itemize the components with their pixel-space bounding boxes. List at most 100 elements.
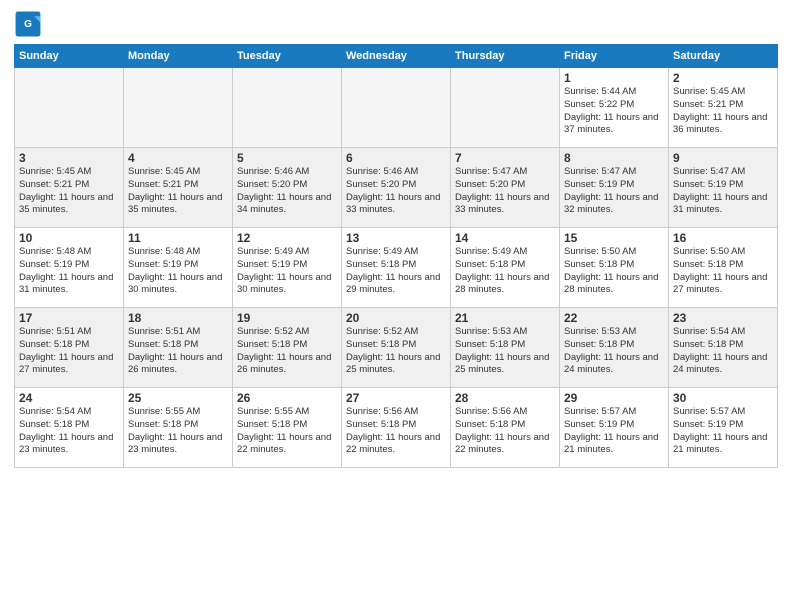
day-number: 12	[237, 231, 337, 245]
day-info: Sunrise: 5:53 AM Sunset: 5:18 PM Dayligh…	[564, 326, 664, 377]
weekday-header-saturday: Saturday	[669, 45, 778, 68]
day-info: Sunrise: 5:56 AM Sunset: 5:18 PM Dayligh…	[455, 406, 555, 457]
day-info: Sunrise: 5:50 AM Sunset: 5:18 PM Dayligh…	[564, 246, 664, 297]
week-row-0: 1Sunrise: 5:44 AM Sunset: 5:22 PM Daylig…	[15, 68, 778, 148]
day-info: Sunrise: 5:48 AM Sunset: 5:19 PM Dayligh…	[128, 246, 228, 297]
day-info: Sunrise: 5:57 AM Sunset: 5:19 PM Dayligh…	[564, 406, 664, 457]
calendar-cell: 5Sunrise: 5:46 AM Sunset: 5:20 PM Daylig…	[233, 148, 342, 228]
week-row-1: 3Sunrise: 5:45 AM Sunset: 5:21 PM Daylig…	[15, 148, 778, 228]
day-info: Sunrise: 5:52 AM Sunset: 5:18 PM Dayligh…	[346, 326, 446, 377]
logo: G	[14, 10, 46, 38]
day-number: 23	[673, 311, 773, 325]
day-info: Sunrise: 5:47 AM Sunset: 5:19 PM Dayligh…	[564, 166, 664, 217]
logo-icon: G	[14, 10, 42, 38]
day-info: Sunrise: 5:48 AM Sunset: 5:19 PM Dayligh…	[19, 246, 119, 297]
week-row-4: 24Sunrise: 5:54 AM Sunset: 5:18 PM Dayli…	[15, 388, 778, 468]
weekday-header-friday: Friday	[560, 45, 669, 68]
day-number: 26	[237, 391, 337, 405]
day-number: 18	[128, 311, 228, 325]
day-info: Sunrise: 5:52 AM Sunset: 5:18 PM Dayligh…	[237, 326, 337, 377]
day-number: 20	[346, 311, 446, 325]
weekday-header-wednesday: Wednesday	[342, 45, 451, 68]
day-info: Sunrise: 5:49 AM Sunset: 5:18 PM Dayligh…	[455, 246, 555, 297]
calendar-cell: 15Sunrise: 5:50 AM Sunset: 5:18 PM Dayli…	[560, 228, 669, 308]
day-info: Sunrise: 5:49 AM Sunset: 5:18 PM Dayligh…	[346, 246, 446, 297]
calendar-cell: 2Sunrise: 5:45 AM Sunset: 5:21 PM Daylig…	[669, 68, 778, 148]
day-number: 10	[19, 231, 119, 245]
calendar-cell: 24Sunrise: 5:54 AM Sunset: 5:18 PM Dayli…	[15, 388, 124, 468]
day-number: 28	[455, 391, 555, 405]
calendar-cell: 3Sunrise: 5:45 AM Sunset: 5:21 PM Daylig…	[15, 148, 124, 228]
calendar-cell: 25Sunrise: 5:55 AM Sunset: 5:18 PM Dayli…	[124, 388, 233, 468]
day-number: 24	[19, 391, 119, 405]
day-info: Sunrise: 5:55 AM Sunset: 5:18 PM Dayligh…	[237, 406, 337, 457]
day-info: Sunrise: 5:45 AM Sunset: 5:21 PM Dayligh…	[128, 166, 228, 217]
day-number: 4	[128, 151, 228, 165]
day-info: Sunrise: 5:54 AM Sunset: 5:18 PM Dayligh…	[19, 406, 119, 457]
day-info: Sunrise: 5:57 AM Sunset: 5:19 PM Dayligh…	[673, 406, 773, 457]
day-info: Sunrise: 5:45 AM Sunset: 5:21 PM Dayligh…	[673, 86, 773, 137]
day-number: 9	[673, 151, 773, 165]
calendar-cell: 16Sunrise: 5:50 AM Sunset: 5:18 PM Dayli…	[669, 228, 778, 308]
day-info: Sunrise: 5:47 AM Sunset: 5:20 PM Dayligh…	[455, 166, 555, 217]
week-row-2: 10Sunrise: 5:48 AM Sunset: 5:19 PM Dayli…	[15, 228, 778, 308]
calendar-cell: 28Sunrise: 5:56 AM Sunset: 5:18 PM Dayli…	[451, 388, 560, 468]
day-info: Sunrise: 5:53 AM Sunset: 5:18 PM Dayligh…	[455, 326, 555, 377]
day-number: 27	[346, 391, 446, 405]
svg-text:G: G	[24, 19, 32, 30]
calendar-cell: 20Sunrise: 5:52 AM Sunset: 5:18 PM Dayli…	[342, 308, 451, 388]
calendar-cell: 27Sunrise: 5:56 AM Sunset: 5:18 PM Dayli…	[342, 388, 451, 468]
weekday-header-thursday: Thursday	[451, 45, 560, 68]
calendar-cell	[233, 68, 342, 148]
day-number: 30	[673, 391, 773, 405]
day-number: 21	[455, 311, 555, 325]
weekday-header-row: SundayMondayTuesdayWednesdayThursdayFrid…	[15, 45, 778, 68]
calendar-cell: 6Sunrise: 5:46 AM Sunset: 5:20 PM Daylig…	[342, 148, 451, 228]
day-info: Sunrise: 5:50 AM Sunset: 5:18 PM Dayligh…	[673, 246, 773, 297]
calendar-cell: 1Sunrise: 5:44 AM Sunset: 5:22 PM Daylig…	[560, 68, 669, 148]
day-info: Sunrise: 5:55 AM Sunset: 5:18 PM Dayligh…	[128, 406, 228, 457]
day-number: 22	[564, 311, 664, 325]
day-number: 3	[19, 151, 119, 165]
calendar-cell	[15, 68, 124, 148]
day-number: 7	[455, 151, 555, 165]
calendar-cell: 14Sunrise: 5:49 AM Sunset: 5:18 PM Dayli…	[451, 228, 560, 308]
day-info: Sunrise: 5:46 AM Sunset: 5:20 PM Dayligh…	[346, 166, 446, 217]
calendar-cell: 19Sunrise: 5:52 AM Sunset: 5:18 PM Dayli…	[233, 308, 342, 388]
calendar-cell	[124, 68, 233, 148]
day-number: 8	[564, 151, 664, 165]
day-info: Sunrise: 5:54 AM Sunset: 5:18 PM Dayligh…	[673, 326, 773, 377]
main-container: G SundayMondayTuesdayWednesdayThursdayFr…	[0, 0, 792, 474]
day-number: 2	[673, 71, 773, 85]
calendar-cell: 23Sunrise: 5:54 AM Sunset: 5:18 PM Dayli…	[669, 308, 778, 388]
day-number: 1	[564, 71, 664, 85]
day-number: 19	[237, 311, 337, 325]
day-number: 6	[346, 151, 446, 165]
calendar-cell: 17Sunrise: 5:51 AM Sunset: 5:18 PM Dayli…	[15, 308, 124, 388]
day-info: Sunrise: 5:45 AM Sunset: 5:21 PM Dayligh…	[19, 166, 119, 217]
header: G	[14, 10, 778, 38]
weekday-header-monday: Monday	[124, 45, 233, 68]
day-info: Sunrise: 5:56 AM Sunset: 5:18 PM Dayligh…	[346, 406, 446, 457]
day-number: 29	[564, 391, 664, 405]
calendar-cell: 26Sunrise: 5:55 AM Sunset: 5:18 PM Dayli…	[233, 388, 342, 468]
calendar-cell: 13Sunrise: 5:49 AM Sunset: 5:18 PM Dayli…	[342, 228, 451, 308]
day-number: 13	[346, 231, 446, 245]
weekday-header-tuesday: Tuesday	[233, 45, 342, 68]
day-info: Sunrise: 5:47 AM Sunset: 5:19 PM Dayligh…	[673, 166, 773, 217]
day-number: 14	[455, 231, 555, 245]
day-number: 25	[128, 391, 228, 405]
calendar-cell: 18Sunrise: 5:51 AM Sunset: 5:18 PM Dayli…	[124, 308, 233, 388]
day-info: Sunrise: 5:44 AM Sunset: 5:22 PM Dayligh…	[564, 86, 664, 137]
day-info: Sunrise: 5:51 AM Sunset: 5:18 PM Dayligh…	[128, 326, 228, 377]
calendar-cell: 10Sunrise: 5:48 AM Sunset: 5:19 PM Dayli…	[15, 228, 124, 308]
calendar-cell: 4Sunrise: 5:45 AM Sunset: 5:21 PM Daylig…	[124, 148, 233, 228]
day-number: 15	[564, 231, 664, 245]
calendar-cell: 29Sunrise: 5:57 AM Sunset: 5:19 PM Dayli…	[560, 388, 669, 468]
day-number: 5	[237, 151, 337, 165]
calendar-cell	[342, 68, 451, 148]
calendar-cell	[451, 68, 560, 148]
calendar-cell: 7Sunrise: 5:47 AM Sunset: 5:20 PM Daylig…	[451, 148, 560, 228]
day-number: 16	[673, 231, 773, 245]
calendar-cell: 30Sunrise: 5:57 AM Sunset: 5:19 PM Dayli…	[669, 388, 778, 468]
